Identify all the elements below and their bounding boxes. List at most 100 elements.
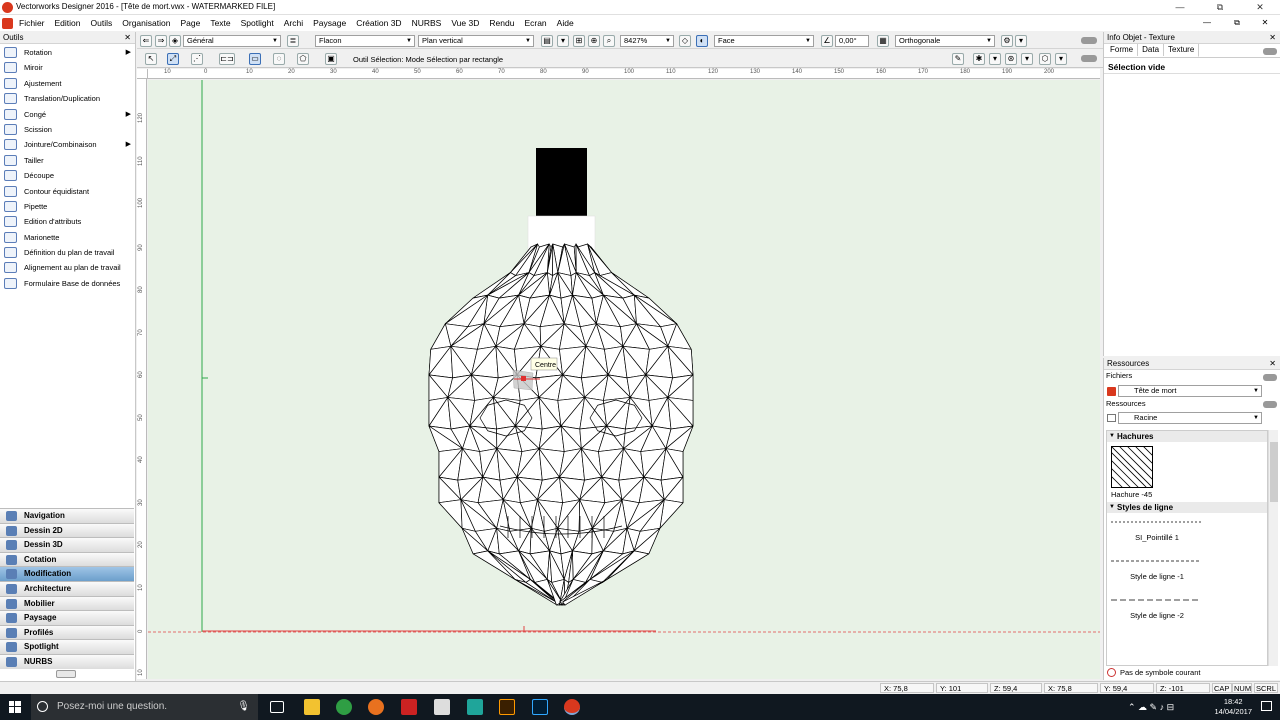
- notification-icon[interactable]: [1261, 701, 1272, 711]
- drawing-canvas[interactable]: Centre: [148, 80, 1100, 679]
- menu-fichier[interactable]: Fichier: [14, 15, 50, 31]
- menu-page[interactable]: Page: [175, 15, 205, 31]
- view-dropdown[interactable]: Face ▼: [714, 34, 814, 47]
- layer-icon[interactable]: ≣: [287, 34, 299, 47]
- class-dropdown[interactable]: Général ▼: [183, 34, 281, 47]
- line-style-item[interactable]: SI_Pointillé 1: [1107, 513, 1267, 552]
- bottle-cap[interactable]: [536, 148, 587, 217]
- tool-item[interactable]: Découpe: [0, 168, 135, 183]
- dropdown-arrow-icon[interactable]: ▾: [1055, 53, 1067, 65]
- palette-tab-dessin-3d[interactable]: Dessin 3D: [0, 537, 134, 552]
- menu-edition[interactable]: Edition: [50, 15, 86, 31]
- hatch-section-header[interactable]: ▼ Hachures: [1107, 431, 1267, 442]
- menu-archi[interactable]: Archi: [279, 15, 308, 31]
- settings-icon[interactable]: ✱: [973, 53, 985, 65]
- tool-item[interactable]: Jointure/Combinaison ▶: [0, 137, 135, 152]
- close-icon[interactable]: ✕: [124, 32, 131, 44]
- rectangle-mode-icon[interactable]: ▭: [249, 53, 261, 65]
- app-icon[interactable]: [467, 699, 483, 715]
- tab-forme[interactable]: Forme: [1106, 44, 1139, 56]
- tab-texture[interactable]: Texture: [1164, 44, 1200, 57]
- file-explorer-icon[interactable]: [304, 699, 320, 715]
- tool-item[interactable]: Contour équidistant: [0, 184, 135, 199]
- magnifier-icon[interactable]: ⌕: [603, 34, 615, 47]
- snap-settings-icon[interactable]: ⊛: [1005, 53, 1017, 65]
- layer-dropdown[interactable]: Flacon ▼: [315, 34, 415, 47]
- doc-restore-button[interactable]: ⧉: [1222, 17, 1252, 29]
- back-arrow-icon[interactable]: ⇐: [140, 34, 152, 47]
- plane-dropdown[interactable]: Plan vertical ▼: [418, 34, 534, 47]
- close-button[interactable]: ✕: [1240, 1, 1280, 14]
- collapse-icon[interactable]: [1263, 401, 1277, 408]
- palette-tab-dessin-2d[interactable]: Dessin 2D: [0, 522, 134, 538]
- dropdown-arrow-icon[interactable]: ▾: [989, 53, 1001, 65]
- microphone-icon[interactable]: 🎙: [237, 694, 250, 720]
- options-icon[interactable]: ⚙: [1001, 34, 1013, 47]
- dropdown-arrow-icon[interactable]: ▾: [1015, 34, 1027, 47]
- system-tray[interactable]: ⌃ ☁ ✎ ♪ ⊟: [1128, 702, 1174, 713]
- menu-organisation[interactable]: Organisation: [117, 15, 175, 31]
- dropdown-arrow-icon[interactable]: ▾: [557, 34, 569, 47]
- fit-icon[interactable]: ⊞: [573, 34, 585, 47]
- restore-button[interactable]: ⧉: [1200, 1, 1240, 14]
- vectorworks-icon[interactable]: [564, 699, 580, 715]
- collapse-icon[interactable]: [1263, 374, 1277, 381]
- tool-item[interactable]: Formulaire Base de données: [0, 276, 135, 291]
- app-icon[interactable]: [434, 699, 450, 715]
- dropdown-arrow-icon[interactable]: ▾: [1021, 53, 1033, 65]
- skull-mesh[interactable]: [428, 243, 694, 606]
- photoshop-icon[interactable]: [532, 699, 548, 715]
- tool-item[interactable]: Ajustement: [0, 76, 135, 91]
- taskbar-search-input[interactable]: Posez-moi une question. 🎙: [31, 694, 258, 720]
- tool-item[interactable]: Congé ▶: [0, 107, 135, 122]
- ruler-origin[interactable]: [137, 69, 148, 79]
- doc-close-button[interactable]: ✕: [1252, 17, 1278, 29]
- menu-vue-3d[interactable]: Vue 3D: [446, 15, 484, 31]
- menu-ecran[interactable]: Ecran: [519, 15, 551, 31]
- rectangle-selection-icon[interactable]: ⤢: [167, 53, 179, 65]
- menu-outils[interactable]: Outils: [86, 15, 118, 31]
- line-style-item[interactable]: Style de ligne -1: [1107, 552, 1267, 591]
- files-dropdown[interactable]: Tête de mort ▼: [1118, 385, 1262, 397]
- angle-field[interactable]: 0,00°: [835, 34, 869, 47]
- palette-tab-mobilier[interactable]: Mobilier: [0, 595, 134, 611]
- transform-icon[interactable]: ⊏⊐: [219, 53, 235, 65]
- menu-paysage[interactable]: Paysage: [308, 15, 351, 31]
- minimize-button[interactable]: —: [1160, 1, 1200, 14]
- tool-item[interactable]: Tailler: [0, 153, 135, 168]
- chrome-icon[interactable]: [336, 699, 352, 715]
- firefox-icon[interactable]: [368, 699, 384, 715]
- sheet-icon[interactable]: ▤: [541, 34, 553, 47]
- selection-tool-icon[interactable]: ↖: [145, 53, 157, 65]
- collapse-icon[interactable]: [1081, 55, 1097, 62]
- menu-rendu[interactable]: Rendu: [484, 15, 519, 31]
- tool-item[interactable]: Alignement au plan de travail: [0, 260, 135, 275]
- render-icon[interactable]: ◇: [679, 34, 691, 47]
- menu-texte[interactable]: Texte: [205, 15, 235, 31]
- windows-start-icon[interactable]: [9, 701, 21, 713]
- palette-handle[interactable]: [56, 670, 76, 678]
- projection-dropdown[interactable]: Orthogonale ▼: [895, 34, 995, 47]
- close-icon[interactable]: ✕: [1269, 32, 1276, 44]
- hatch-name[interactable]: Hachure -45: [1107, 488, 1267, 500]
- tool-item[interactable]: Edition d'attributs: [0, 214, 135, 229]
- modes-icon[interactable]: ▣: [325, 53, 337, 65]
- clock[interactable]: 18:42 14/04/2017: [1214, 697, 1252, 717]
- view-icon[interactable]: ◐: [696, 34, 708, 47]
- angle-icon[interactable]: ∠: [821, 34, 833, 47]
- palette-tab-navigation[interactable]: Navigation: [0, 508, 134, 523]
- palette-tab-architecture[interactable]: Architecture: [0, 580, 134, 596]
- collapse-triangle-icon[interactable]: ▼: [1109, 431, 1115, 442]
- collapse-icon[interactable]: [1081, 37, 1097, 44]
- projection-icon[interactable]: ▦: [877, 34, 889, 47]
- multi-select-icon[interactable]: ⋰: [191, 53, 203, 65]
- zoom-dropdown[interactable]: 8427% ▼: [620, 34, 674, 47]
- collapse-triangle-icon[interactable]: ▼: [1109, 502, 1115, 513]
- tab-data[interactable]: Data: [1138, 44, 1165, 56]
- hatch-thumbnail[interactable]: [1111, 446, 1153, 488]
- lasso-icon[interactable]: ◌: [273, 53, 285, 65]
- resource-browser[interactable]: ▼ Hachures Hachure -45 ▼ Styles de ligne S…: [1106, 430, 1268, 666]
- palette-tab-cotation[interactable]: Cotation: [0, 551, 134, 567]
- task-view-icon[interactable]: [270, 701, 284, 713]
- tool-item[interactable]: Translation/Duplication: [0, 91, 135, 106]
